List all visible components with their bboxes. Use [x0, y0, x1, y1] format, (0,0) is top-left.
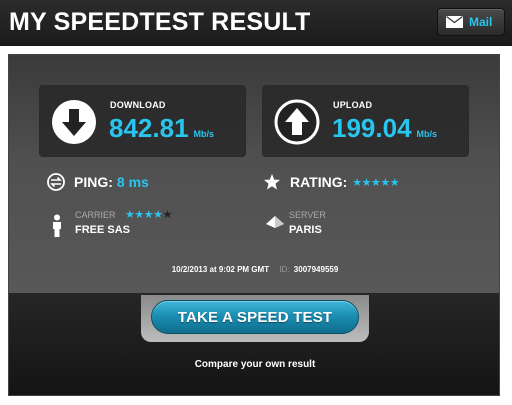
upload-value: 199.04: [332, 113, 412, 143]
upload-box: UPLOAD 199.04 Mb/s: [262, 85, 469, 157]
person-icon: [53, 214, 61, 237]
ping-icon: [47, 173, 65, 191]
upload-label: UPLOAD: [333, 100, 373, 110]
ping-row: PING: 8 ms: [47, 173, 149, 191]
arrow-down-icon: [52, 100, 96, 144]
rating-row: RATING: ★★★★★: [263, 173, 400, 191]
ping-value: 8 ms: [116, 174, 149, 190]
carrier-stars-filled: ★★★★: [125, 209, 163, 221]
compare-text: Compare your own result: [194, 359, 316, 370]
mail-button-label: Mail: [469, 15, 493, 29]
carrier-stars: ★★★★★: [125, 208, 172, 221]
ping-label: PING:: [74, 174, 113, 190]
result-date: 10/2/2013 at 9:02 PM GMT: [171, 265, 270, 274]
download-value-row: 842.81 Mb/s: [109, 113, 214, 144]
result-id-label: ID:: [279, 265, 290, 274]
upload-value-row: 199.04 Mb/s: [332, 113, 437, 144]
page-title: MY SPEEDTEST RESULT: [9, 8, 311, 36]
star-icon: [264, 174, 280, 190]
upload-unit: Mb/s: [416, 129, 438, 139]
take-speed-test-label: TAKE A SPEED TEST: [177, 308, 333, 326]
result-id: 3007949559: [293, 265, 339, 274]
mail-button[interactable]: Mail: [437, 8, 505, 36]
result-meta: 10/2/2013 at 9:02 PM GMT ID: 3007949559: [9, 265, 499, 274]
carrier-stars-empty: ★: [162, 209, 172, 221]
result-panel: DOWNLOAD 842.81 Mb/s UPLOAD 199.04 Mb/s …: [9, 55, 499, 293]
take-speed-test-button[interactable]: TAKE A SPEED TEST: [151, 300, 359, 334]
envelope-icon: [446, 16, 463, 28]
server-icon: [266, 216, 284, 228]
rating-label: RATING:: [290, 174, 348, 190]
result-card: DOWNLOAD 842.81 Mb/s UPLOAD 199.04 Mb/s …: [8, 54, 500, 396]
download-unit: Mb/s: [193, 129, 215, 139]
download-label: DOWNLOAD: [110, 100, 166, 110]
carrier-value: FREE SAS: [75, 224, 131, 236]
download-box: DOWNLOAD 842.81 Mb/s: [39, 85, 246, 157]
top-bar: MY SPEEDTEST RESULT Mail: [0, 0, 512, 46]
download-value: 842.81: [109, 113, 189, 143]
speed-test-button-frame: TAKE A SPEED TEST: [141, 295, 369, 342]
carrier-label: CARRIER: [75, 210, 116, 220]
rating-stars: ★★★★★: [352, 176, 400, 189]
server-label: SERVER: [289, 210, 326, 220]
server-value: PARIS: [289, 224, 322, 236]
arrow-up-icon: [274, 99, 320, 145]
